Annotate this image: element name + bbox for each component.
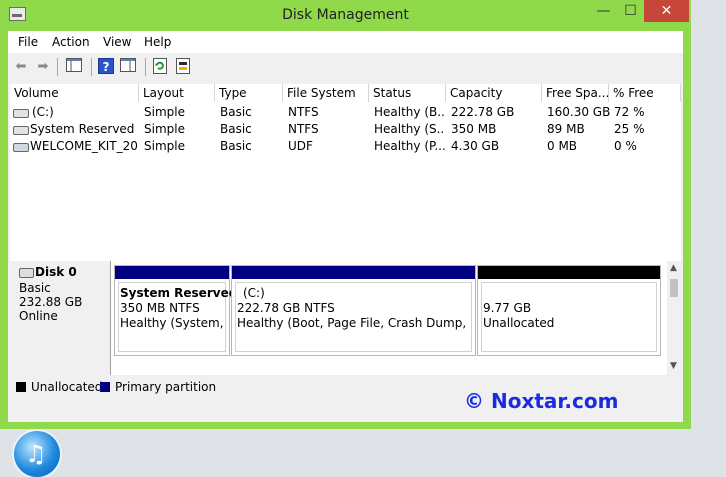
itunes-icon[interactable]: ♫ xyxy=(14,431,60,477)
volume-free: 160.30 GB xyxy=(547,105,611,119)
table-row[interactable]: (C:) Simple Basic NTFS Healthy (B... 222… xyxy=(10,104,681,121)
menu-view[interactable]: View xyxy=(103,35,131,49)
drive-icon xyxy=(13,126,29,135)
menu-file[interactable]: File xyxy=(18,35,38,49)
scrollbar-thumb[interactable] xyxy=(670,279,678,297)
minimize-button[interactable]: — xyxy=(590,0,617,22)
table-row[interactable]: System Reserved Simple Basic NTFS Health… xyxy=(10,121,681,138)
disk-0-label[interactable]: Disk 0 Basic 232.88 GB Online xyxy=(10,261,111,375)
back-arrow-icon[interactable]: ⬅ xyxy=(12,58,30,75)
menu-bar: File Action View Help xyxy=(8,31,683,53)
column-capacity[interactable]: Capacity xyxy=(446,84,542,102)
volume-name: System Reserved xyxy=(30,122,135,136)
table-row[interactable]: WELCOME_KIT_20... Simple Basic UDF Healt… xyxy=(10,138,681,155)
disk-graphical-view: Disk 0 Basic 232.88 GB Online System Res… xyxy=(10,261,681,375)
volume-status: Healthy (S... xyxy=(374,122,445,136)
column-volume[interactable]: Volume xyxy=(10,84,139,102)
window-title: Disk Management xyxy=(282,7,409,23)
volume-fs: UDF xyxy=(288,139,313,153)
close-button[interactable]: ✕ xyxy=(644,0,689,22)
legend-unallocated: Unallocated xyxy=(31,380,103,394)
partition-color-bar xyxy=(478,266,660,279)
partition-title: System Reserved xyxy=(120,286,238,300)
disk-type: Basic xyxy=(19,281,51,295)
volume-name: (C:) xyxy=(32,105,54,119)
volume-list: Volume Layout Type File System Status Ca… xyxy=(10,84,681,285)
volume-capacity: 222.78 GB xyxy=(451,105,515,119)
volume-percent-free: 0 % xyxy=(614,139,637,153)
volume-free: 89 MB xyxy=(547,122,585,136)
column-percent-free[interactable]: % Free xyxy=(609,84,681,102)
volume-status: Healthy (B... xyxy=(374,105,445,119)
help-icon[interactable]: ? xyxy=(97,58,115,75)
title-bar[interactable]: Disk Management — ☐ ✕ xyxy=(0,0,691,30)
partition-detail: 222.78 GB NTFS xyxy=(237,301,335,315)
partition-detail: 350 MB NTFS xyxy=(120,301,200,315)
volume-fs: NTFS xyxy=(288,122,319,136)
volume-capacity: 350 MB xyxy=(451,122,497,136)
column-free-space[interactable]: Free Spa... xyxy=(542,84,609,102)
rescan-disks-icon[interactable] xyxy=(174,58,192,75)
unallocated-swatch xyxy=(16,382,26,392)
toolbar-separator xyxy=(91,58,92,76)
column-status[interactable]: Status xyxy=(369,84,446,102)
column-type[interactable]: Type xyxy=(215,84,283,102)
maximize-button[interactable]: ☐ xyxy=(617,0,644,22)
primary-partition-swatch xyxy=(100,382,110,392)
volume-name: WELCOME_KIT_20... xyxy=(30,139,139,153)
column-layout[interactable]: Layout xyxy=(139,84,215,102)
toolbar: ⬅ ➡ ? xyxy=(8,53,683,81)
partition-title: (C:) xyxy=(243,286,265,300)
partition-color-bar xyxy=(115,266,229,279)
volume-layout: Simple xyxy=(144,122,185,136)
partition-system-reserved[interactable]: System Reserved 350 MB NTFS Healthy (Sys… xyxy=(114,265,237,356)
disk-icon xyxy=(19,268,34,278)
refresh-icon[interactable] xyxy=(151,58,169,75)
volume-type: Basic xyxy=(220,105,252,119)
partition-status: Unallocated xyxy=(483,316,555,330)
menu-action[interactable]: Action xyxy=(52,35,90,49)
volume-status: Healthy (P... xyxy=(374,139,445,153)
menu-help[interactable]: Help xyxy=(144,35,171,49)
volume-capacity: 4.30 GB xyxy=(451,139,500,153)
partition-color-bar xyxy=(232,266,475,279)
legend-primary-partition: Primary partition xyxy=(115,380,217,394)
partition-status: Healthy (Boot, Page File, Crash Dump, Pr… xyxy=(237,316,469,330)
volume-percent-free: 25 % xyxy=(614,122,645,136)
volume-layout: Simple xyxy=(144,139,185,153)
watermark: © Noxtar.com xyxy=(464,389,619,413)
client-area: File Action View Help ⬅ ➡ ? Volume Layou… xyxy=(8,31,683,422)
volume-free: 0 MB xyxy=(547,139,578,153)
svg-text:?: ? xyxy=(103,60,110,74)
partition-unallocated[interactable]: 9.77 GB Unallocated xyxy=(477,265,661,356)
disk-view-vertical-scrollbar[interactable]: ▲ ▼ xyxy=(667,261,681,375)
partition-c[interactable]: (C:) 222.78 GB NTFS Healthy (Boot, Page … xyxy=(231,265,476,356)
disk-management-window: Disk Management — ☐ ✕ File Action View H… xyxy=(0,0,691,429)
partition-status: Healthy (System, A xyxy=(120,316,224,330)
volume-type: Basic xyxy=(220,122,252,136)
drive-icon xyxy=(13,109,29,118)
dvd-drive-icon xyxy=(13,143,29,152)
scroll-up-arrow-icon[interactable]: ▲ xyxy=(670,263,677,273)
forward-arrow-icon[interactable]: ➡ xyxy=(34,58,52,75)
column-file-system[interactable]: File System xyxy=(283,84,369,102)
volume-type: Basic xyxy=(220,139,252,153)
disk-state: Online xyxy=(19,309,58,323)
disk-size: 232.88 GB xyxy=(19,295,83,309)
show-hide-console-tree-icon[interactable] xyxy=(65,58,83,75)
toolbar-separator xyxy=(57,58,58,76)
show-hide-action-pane-icon[interactable] xyxy=(119,58,137,75)
partition-detail: 9.77 GB xyxy=(483,301,532,315)
volume-fs: NTFS xyxy=(288,105,319,119)
scroll-down-arrow-icon[interactable]: ▼ xyxy=(670,361,677,371)
volume-percent-free: 72 % xyxy=(614,105,645,119)
toolbar-separator xyxy=(145,58,146,76)
volume-layout: Simple xyxy=(144,105,185,119)
